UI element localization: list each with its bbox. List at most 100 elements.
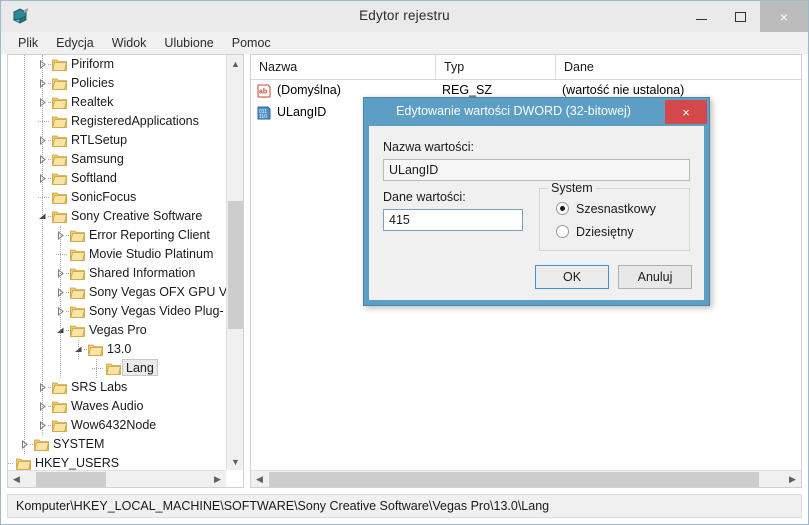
base-groupbox: System Szesnastkowy Dziesiętny — [539, 181, 690, 251]
tree-node[interactable]: Sony Vegas Video Plug- — [8, 302, 226, 321]
tree-node[interactable]: Sony Vegas OFX GPU Vi — [8, 283, 226, 302]
maximize-icon — [735, 11, 746, 22]
tree-horizontal-scroll-thumb[interactable] — [36, 472, 106, 487]
tree-node[interactable]: Waves Audio — [8, 397, 226, 416]
tree-expand-arrow[interactable] — [38, 155, 47, 164]
tree-connector — [92, 368, 103, 370]
column-header-typ[interactable]: Typ — [436, 55, 556, 79]
tree-node-label: Shared Information — [89, 266, 196, 280]
tree-expand-arrow[interactable] — [38, 60, 47, 69]
tree-expand-arrow[interactable] — [56, 307, 65, 316]
tree-node[interactable]: Movie Studio Platinum — [8, 245, 226, 264]
column-header-dane[interactable]: Dane — [556, 55, 801, 79]
tree-node[interactable]: Softland — [8, 169, 226, 188]
dialog-close-button[interactable]: × — [665, 100, 707, 124]
menu-item-pomoc[interactable]: Pomoc — [223, 34, 280, 52]
tree-node-label: SYSTEM — [53, 437, 105, 451]
column-header-nazwa[interactable]: Nazwa — [251, 55, 436, 79]
values-horizontal-scroll-thumb[interactable] — [269, 472, 759, 487]
folder-icon — [52, 96, 68, 109]
tree-expand-arrow[interactable] — [38, 402, 47, 411]
tree-node[interactable]: SonicFocus — [8, 188, 226, 207]
tree-node[interactable]: RegisteredApplications — [8, 112, 226, 131]
tree-scroll-down-button[interactable]: ▼ — [227, 453, 244, 470]
tree-node[interactable]: Sony Creative Software — [8, 207, 226, 226]
tree-expand-arrow[interactable] — [56, 288, 65, 297]
tree-expand-arrow[interactable] — [38, 421, 47, 430]
values-scroll-left-button[interactable]: ◀ — [251, 471, 268, 488]
tree-expand-arrow[interactable] — [38, 79, 47, 88]
values-horizontal-scrollbar[interactable]: ◀ ▶ — [251, 470, 801, 487]
tree-node-label: Lang — [122, 359, 158, 376]
folder-icon — [52, 210, 68, 223]
tree-expand-arrow[interactable] — [74, 345, 83, 354]
tree-expand-arrow[interactable] — [38, 212, 47, 221]
tree-expand-arrow[interactable] — [56, 269, 65, 278]
tree-node[interactable]: Policies — [8, 74, 226, 93]
tree-expand-arrow[interactable] — [38, 383, 47, 392]
tree-horizontal-scrollbar[interactable]: ◀ ▶ — [8, 470, 226, 487]
minimize-button[interactable] — [682, 1, 721, 32]
string-value-icon: ab — [257, 83, 271, 98]
tree-node[interactable]: SYSTEM — [8, 435, 226, 454]
tree-node[interactable]: Vegas Pro — [8, 321, 226, 340]
tree-node[interactable]: Lang — [8, 359, 226, 378]
tree-node[interactable]: 13.0 — [8, 340, 226, 359]
folder-icon — [70, 267, 86, 280]
ok-button[interactable]: OK — [535, 265, 609, 289]
tree-vertical-scrollbar[interactable]: ▲ ▼ — [226, 55, 243, 470]
value-name-label: Nazwa wartości: — [383, 140, 474, 154]
tree-node-label: RTLSetup — [71, 133, 128, 147]
tree-node[interactable]: Realtek — [8, 93, 226, 112]
value-name-field[interactable]: ULangID — [383, 159, 690, 181]
svg-text:110: 110 — [259, 114, 267, 120]
tree-node[interactable]: Piriform — [8, 55, 226, 74]
tree-node[interactable]: Samsung — [8, 150, 226, 169]
tree-scroll-left-button[interactable]: ◀ — [8, 471, 25, 488]
window-controls: × — [682, 1, 808, 32]
tree-expand-arrow[interactable] — [56, 231, 65, 240]
menu-item-edycja[interactable]: Edycja — [47, 34, 103, 52]
tree-node-label: Samsung — [71, 152, 124, 166]
menu-item-ulubione[interactable]: Ulubione — [155, 34, 222, 52]
values-scroll-right-button[interactable]: ▶ — [784, 471, 801, 488]
tree-expand-arrow[interactable] — [56, 326, 65, 335]
value-data-field[interactable]: 415 — [383, 209, 523, 231]
tree-expand-arrow[interactable] — [20, 440, 29, 449]
cancel-button[interactable]: Anuluj — [618, 265, 692, 289]
folder-icon — [106, 362, 122, 375]
tree-expand-arrow[interactable] — [38, 98, 47, 107]
tree-expand-arrow[interactable] — [38, 174, 47, 183]
folder-icon — [52, 58, 68, 71]
tree-node-label: Softland — [71, 171, 117, 185]
folder-icon — [52, 115, 68, 128]
tree-node[interactable]: RTLSetup — [8, 131, 226, 150]
tree-node[interactable]: HKEY_USERS — [8, 454, 226, 470]
registry-tree[interactable]: Piriform Policies Realtek RegisteredApplica… — [8, 55, 226, 470]
tree-scroll-up-button[interactable]: ▲ — [227, 55, 244, 72]
tree-node[interactable]: Shared Information — [8, 264, 226, 283]
folder-icon — [16, 457, 32, 470]
close-button[interactable]: × — [760, 1, 808, 32]
row-name: ULangID — [277, 105, 327, 119]
tree-node[interactable]: SRS Labs — [8, 378, 226, 397]
menu-item-widok[interactable]: Widok — [103, 34, 156, 52]
menu-bar: Plik Edycja Widok Ulubione Pomoc — [1, 32, 808, 54]
tree-scroll-right-button[interactable]: ▶ — [209, 471, 226, 488]
tree-node-label: RegisteredApplications — [71, 114, 199, 128]
tree-node[interactable]: Error Reporting Client — [8, 226, 226, 245]
tree-node-label: SonicFocus — [71, 190, 137, 204]
radio-decimal-indicator — [556, 225, 569, 238]
radio-hexadecimal-indicator — [556, 202, 569, 215]
tree-node-label: Policies — [71, 76, 115, 90]
menu-item-plik[interactable]: Plik — [9, 34, 47, 52]
tree-node-label: Sony Vegas Video Plug- — [89, 304, 224, 318]
folder-icon — [52, 381, 68, 394]
dialog-title: Edytowanie wartości DWORD (32-bitowej) — [396, 104, 631, 118]
tree-expand-arrow[interactable] — [38, 136, 47, 145]
folder-icon — [52, 153, 68, 166]
tree-vertical-scroll-thumb[interactable] — [228, 201, 243, 329]
tree-node-label: Vegas Pro — [89, 323, 147, 337]
maximize-button[interactable] — [721, 1, 760, 32]
tree-node[interactable]: Wow6432Node — [8, 416, 226, 435]
